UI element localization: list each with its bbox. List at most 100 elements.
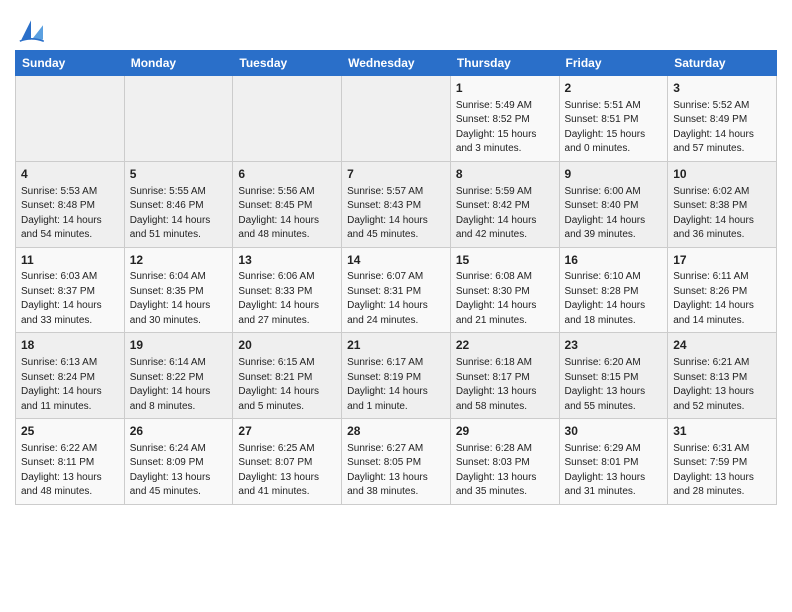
day-cell: 25 Sunrise: 6:22 AM Sunset: 8:11 PM Dayli… bbox=[16, 419, 125, 505]
day-cell: 12Sunrise: 6:04 AM Sunset: 8:35 PM Dayli… bbox=[124, 247, 233, 333]
day-number: 5 bbox=[130, 166, 228, 183]
day-number: 12 bbox=[130, 252, 228, 269]
day-number: 23 bbox=[565, 337, 663, 354]
day-cell: 29Sunrise: 6:28 AM Sunset: 8:03 PM Dayli… bbox=[450, 419, 559, 505]
day-info: Sunrise: 6:21 AM Sunset: 8:13 PM Dayligh… bbox=[673, 356, 771, 414]
day-cell: 31 Sunrise: 6:31 AM Sunset: 7:59 PM Dayli… bbox=[668, 419, 777, 505]
day-info: Sunrise: 5:49 AM Sunset: 8:52 PM Dayligh… bbox=[456, 99, 554, 157]
day-cell: 20 Sunrise: 6:15 AM Sunset: 8:21 PM Dayli… bbox=[233, 333, 342, 419]
week-row-3: 11Sunrise: 6:03 AM Sunset: 8:37 PM Dayli… bbox=[16, 247, 777, 333]
logo bbox=[15, 14, 51, 46]
week-row-5: 25 Sunrise: 6:22 AM Sunset: 8:11 PM Dayli… bbox=[16, 419, 777, 505]
calendar-body: 1 Sunrise: 5:49 AM Sunset: 8:52 PM Daylig… bbox=[16, 76, 777, 505]
day-info: Sunrise: 5:52 AM Sunset: 8:49 PM Dayligh… bbox=[673, 99, 771, 157]
day-number: 2 bbox=[565, 80, 663, 97]
day-cell bbox=[342, 76, 451, 162]
day-number: 27 bbox=[238, 423, 336, 440]
day-info: Sunrise: 5:57 AM Sunset: 8:43 PM Dayligh… bbox=[347, 185, 445, 243]
day-cell: 17Sunrise: 6:11 AM Sunset: 8:26 PM Dayli… bbox=[668, 247, 777, 333]
day-info: Sunrise: 6:22 AM Sunset: 8:11 PM Dayligh… bbox=[21, 442, 119, 500]
day-info: Sunrise: 6:29 AM Sunset: 8:01 PM Dayligh… bbox=[565, 442, 663, 500]
week-row-2: 4 Sunrise: 5:53 AM Sunset: 8:48 PM Daylig… bbox=[16, 161, 777, 247]
day-cell bbox=[124, 76, 233, 162]
calendar-header: SundayMondayTuesdayWednesdayThursdayFrid… bbox=[16, 51, 777, 76]
day-info: Sunrise: 6:10 AM Sunset: 8:28 PM Dayligh… bbox=[565, 270, 663, 328]
day-cell: 23 Sunrise: 6:20 AM Sunset: 8:15 PM Dayli… bbox=[559, 333, 668, 419]
day-info: Sunrise: 6:15 AM Sunset: 8:21 PM Dayligh… bbox=[238, 356, 336, 414]
day-cell: 2 Sunrise: 5:51 AM Sunset: 8:51 PM Daylig… bbox=[559, 76, 668, 162]
day-cell: 16Sunrise: 6:10 AM Sunset: 8:28 PM Dayli… bbox=[559, 247, 668, 333]
day-number: 28 bbox=[347, 423, 445, 440]
day-cell: 30 Sunrise: 6:29 AM Sunset: 8:01 PM Dayli… bbox=[559, 419, 668, 505]
day-info: Sunrise: 6:02 AM Sunset: 8:38 PM Dayligh… bbox=[673, 185, 771, 243]
day-cell: 28 Sunrise: 6:27 AM Sunset: 8:05 PM Dayli… bbox=[342, 419, 451, 505]
day-number: 3 bbox=[673, 80, 771, 97]
day-info: Sunrise: 5:51 AM Sunset: 8:51 PM Dayligh… bbox=[565, 99, 663, 157]
day-cell: 4 Sunrise: 5:53 AM Sunset: 8:48 PM Daylig… bbox=[16, 161, 125, 247]
day-number: 22 bbox=[456, 337, 554, 354]
day-info: Sunrise: 6:27 AM Sunset: 8:05 PM Dayligh… bbox=[347, 442, 445, 500]
day-info: Sunrise: 6:13 AM Sunset: 8:24 PM Dayligh… bbox=[21, 356, 119, 414]
day-info: Sunrise: 5:53 AM Sunset: 8:48 PM Dayligh… bbox=[21, 185, 119, 243]
day-number: 9 bbox=[565, 166, 663, 183]
day-number: 11 bbox=[21, 252, 119, 269]
weekday-wednesday: Wednesday bbox=[342, 51, 451, 76]
day-cell bbox=[16, 76, 125, 162]
day-number: 21 bbox=[347, 337, 445, 354]
day-info: Sunrise: 6:11 AM Sunset: 8:26 PM Dayligh… bbox=[673, 270, 771, 328]
day-info: Sunrise: 6:17 AM Sunset: 8:19 PM Dayligh… bbox=[347, 356, 445, 414]
weekday-friday: Friday bbox=[559, 51, 668, 76]
day-cell: 9 Sunrise: 6:00 AM Sunset: 8:40 PM Daylig… bbox=[559, 161, 668, 247]
day-info: Sunrise: 5:59 AM Sunset: 8:42 PM Dayligh… bbox=[456, 185, 554, 243]
day-number: 16 bbox=[565, 252, 663, 269]
weekday-monday: Monday bbox=[124, 51, 233, 76]
day-info: Sunrise: 5:56 AM Sunset: 8:45 PM Dayligh… bbox=[238, 185, 336, 243]
day-number: 19 bbox=[130, 337, 228, 354]
day-cell: 1 Sunrise: 5:49 AM Sunset: 8:52 PM Daylig… bbox=[450, 76, 559, 162]
day-number: 4 bbox=[21, 166, 119, 183]
day-cell: 11Sunrise: 6:03 AM Sunset: 8:37 PM Dayli… bbox=[16, 247, 125, 333]
day-number: 25 bbox=[21, 423, 119, 440]
day-cell: 18 Sunrise: 6:13 AM Sunset: 8:24 PM Dayli… bbox=[16, 333, 125, 419]
day-cell: 21 Sunrise: 6:17 AM Sunset: 8:19 PM Dayli… bbox=[342, 333, 451, 419]
day-info: Sunrise: 6:25 AM Sunset: 8:07 PM Dayligh… bbox=[238, 442, 336, 500]
weekday-row: SundayMondayTuesdayWednesdayThursdayFrid… bbox=[16, 51, 777, 76]
day-info: Sunrise: 6:06 AM Sunset: 8:33 PM Dayligh… bbox=[238, 270, 336, 328]
day-number: 1 bbox=[456, 80, 554, 97]
day-number: 15 bbox=[456, 252, 554, 269]
day-info: Sunrise: 6:00 AM Sunset: 8:40 PM Dayligh… bbox=[565, 185, 663, 243]
day-cell: 5Sunrise: 5:55 AM Sunset: 8:46 PM Daylig… bbox=[124, 161, 233, 247]
day-cell: 22 Sunrise: 6:18 AM Sunset: 8:17 PM Dayli… bbox=[450, 333, 559, 419]
day-info: Sunrise: 6:18 AM Sunset: 8:17 PM Dayligh… bbox=[456, 356, 554, 414]
day-number: 10 bbox=[673, 166, 771, 183]
day-number: 17 bbox=[673, 252, 771, 269]
day-cell: 14Sunrise: 6:07 AM Sunset: 8:31 PM Dayli… bbox=[342, 247, 451, 333]
day-info: Sunrise: 6:20 AM Sunset: 8:15 PM Dayligh… bbox=[565, 356, 663, 414]
day-cell: 26 Sunrise: 6:24 AM Sunset: 8:09 PM Dayli… bbox=[124, 419, 233, 505]
day-number: 30 bbox=[565, 423, 663, 440]
day-number: 20 bbox=[238, 337, 336, 354]
day-number: 29 bbox=[456, 423, 554, 440]
day-info: Sunrise: 6:04 AM Sunset: 8:35 PM Dayligh… bbox=[130, 270, 228, 328]
day-info: Sunrise: 6:31 AM Sunset: 7:59 PM Dayligh… bbox=[673, 442, 771, 500]
weekday-sunday: Sunday bbox=[16, 51, 125, 76]
week-row-1: 1 Sunrise: 5:49 AM Sunset: 8:52 PM Daylig… bbox=[16, 76, 777, 162]
day-number: 18 bbox=[21, 337, 119, 354]
day-number: 31 bbox=[673, 423, 771, 440]
day-info: Sunrise: 6:24 AM Sunset: 8:09 PM Dayligh… bbox=[130, 442, 228, 500]
day-cell: 15Sunrise: 6:08 AM Sunset: 8:30 PM Dayli… bbox=[450, 247, 559, 333]
weekday-saturday: Saturday bbox=[668, 51, 777, 76]
day-number: 7 bbox=[347, 166, 445, 183]
day-info: Sunrise: 6:14 AM Sunset: 8:22 PM Dayligh… bbox=[130, 356, 228, 414]
day-cell: 27 Sunrise: 6:25 AM Sunset: 8:07 PM Dayli… bbox=[233, 419, 342, 505]
weekday-thursday: Thursday bbox=[450, 51, 559, 76]
calendar: SundayMondayTuesdayWednesdayThursdayFrid… bbox=[15, 50, 777, 505]
day-number: 13 bbox=[238, 252, 336, 269]
day-info: Sunrise: 6:08 AM Sunset: 8:30 PM Dayligh… bbox=[456, 270, 554, 328]
weekday-tuesday: Tuesday bbox=[233, 51, 342, 76]
day-number: 26 bbox=[130, 423, 228, 440]
day-cell: 19 Sunrise: 6:14 AM Sunset: 8:22 PM Dayli… bbox=[124, 333, 233, 419]
day-info: Sunrise: 6:07 AM Sunset: 8:31 PM Dayligh… bbox=[347, 270, 445, 328]
day-cell bbox=[233, 76, 342, 162]
day-cell: 24Sunrise: 6:21 AM Sunset: 8:13 PM Dayli… bbox=[668, 333, 777, 419]
